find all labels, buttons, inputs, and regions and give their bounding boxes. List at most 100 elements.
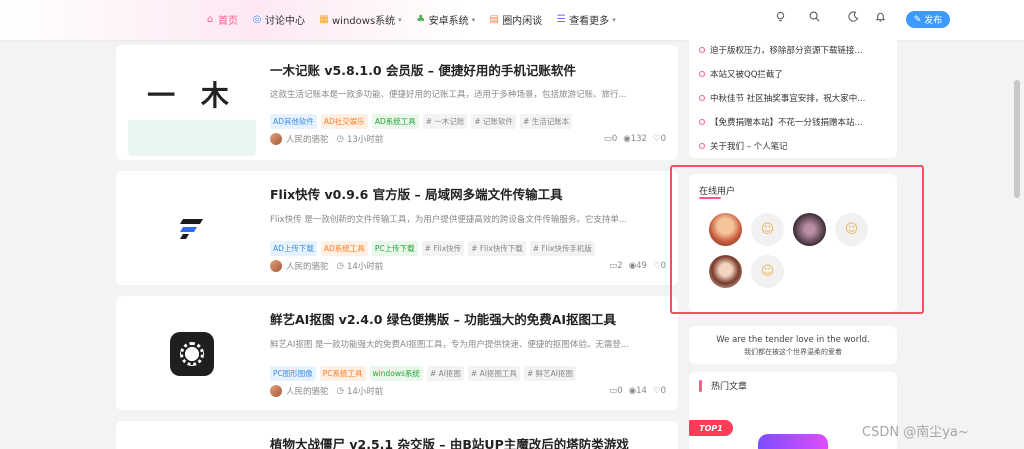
category-tag[interactable]: AD其他软件 [270,114,317,129]
search-icon[interactable] [809,11,820,25]
notice-item[interactable]: 本站又被QQ拦截了 [699,62,887,86]
post-stats: ▭2 ◉49 ♡0 [609,261,666,271]
category-tag[interactable]: AD上传下载 [270,241,317,256]
category-tag[interactable]: AD系统工具 [371,114,419,129]
nav-item-discussion[interactable]: ◎ 讨论中心 [252,12,305,27]
title-accent-bar [699,380,702,392]
post-thumbnail[interactable] [128,176,256,281]
keyword-tag[interactable]: # AI抠图工具 [467,366,520,381]
time-label: 14小时前 [346,387,384,397]
category-tag[interactable]: PC上传下载 [371,241,418,256]
notice-text: 本站又被QQ拦截了 [710,70,783,80]
thumbs-up-icon: ♡ [652,134,661,144]
eye-icon: ◉ [628,261,637,271]
view-count: ◉14 [629,386,647,396]
keyword-tag[interactable]: # AI抠图 [426,366,464,381]
watermark: CSDN @南尘ya~ [862,425,969,440]
home-icon: ⌂ [206,14,214,25]
post-stats: ▭0 ◉14 ♡0 [609,386,666,396]
post-card[interactable]: 一 木 一木记账 v5.8.1.0 会员版 – 便捷好用的手机记账软件 这款生活… [116,45,678,160]
nav-item-home[interactable]: ⌂ 首页 [205,12,238,27]
motto-english: We are the tender love in the world. [716,335,870,345]
page-scrollbar[interactable] [1013,40,1021,449]
hot-articles-title: 热门文章 [711,382,748,392]
nav-item-android[interactable]: ♣ 安卓系统 ▾ [416,12,476,27]
publish-button[interactable]: ✎ 发布 [906,11,950,28]
category-tag[interactable]: AD系统工具 [320,241,368,256]
eye-icon: ◉ [623,134,631,144]
post-thumbnail[interactable]: 一 木 [128,51,256,156]
notice-item[interactable]: 关于我们 – 个人笔记 [699,134,887,158]
ai-cutout-logo-icon [170,331,214,376]
post-meta: 人民的骆驼 ◷ 14小时前 ▭0 ◉14 ♡0 [270,385,666,397]
time-label: 13小时前 [346,135,384,145]
post-title[interactable]: 一木记账 v5.8.1.0 会员版 – 便捷好用的手机记账软件 [270,60,576,79]
view-value: 49 [636,261,647,271]
bullet-icon [699,119,705,125]
flix-logo-icon [180,218,203,239]
keyword-tag[interactable]: # 记账软件 [471,114,517,129]
post-stats: ▭0 ◉132 ♡0 [604,134,666,144]
bullet-icon [699,47,705,53]
post-title[interactable]: 鲜艺AI抠图 v2.4.0 绿色便携版 – 功能强大的免费AI抠图工具 [270,309,616,328]
category-tag[interactable]: PC图形图像 [270,366,316,381]
clock-icon: ◷ [336,386,344,396]
post-excerpt: 这款生活记账本是一款多功能、便捷好用的记账工具，适用于多种场景，包括旅游记账、旅… [270,90,627,100]
keyword-tag[interactable]: # 鲜艺AI抠图 [523,366,576,381]
post-title[interactable]: 植物大战僵尸 v2.5.1 杂交版 – 由B站UP主魔改后的塔防类游戏 [270,434,629,449]
like-count[interactable]: ♡0 [653,134,666,144]
post-card[interactable]: Flix快传 v0.9.6 官方版 – 局域网多端文件传输工具 Flix快传 是… [116,171,678,285]
post-card[interactable]: 植物大战僵尸 v2.5.1 杂交版 – 由B站UP主魔改后的塔防类游戏 [116,421,678,449]
chevron-down-icon: ▾ [398,15,402,24]
comment-value: 0 [617,386,623,396]
post-title[interactable]: Flix快传 v0.9.6 官方版 – 局域网多端文件传输工具 [270,184,563,203]
author-avatar[interactable] [270,385,282,397]
keyword-tag[interactable]: # Flix快传 [421,241,465,256]
post-meta: 人民的骆驼 ◷ 14小时前 ▭2 ◉49 ♡0 [270,260,666,272]
post-thumbnail[interactable] [128,301,256,406]
scrollbar-thumb[interactable] [1014,80,1020,198]
post-excerpt: Flix快传 是一款创新的文件传输工具，为用户提供便捷高效的跨设备文件传输服务。… [270,215,627,225]
hot-article-thumbnail[interactable] [758,434,828,449]
comment-value: 2 [617,261,623,271]
like-count[interactable]: ♡0 [653,386,666,396]
dark-mode-icon[interactable] [848,11,859,25]
keyword-tag[interactable]: # Flix快传下载 [468,241,526,256]
motto-chinese: 我们都在被这个世界温柔的爱着 [744,348,842,356]
notice-text: 【免费捐赠本站】不花一分钱捐赠本站... [710,118,863,128]
author-name[interactable]: 人民的骆驼 [286,385,329,397]
keyword-tag[interactable]: # Flix快传手机版 [529,241,595,256]
author-name[interactable]: 人民的骆驼 [286,260,329,272]
notice-item[interactable]: 迫于版权压力，移除部分资源下载链接... [699,38,887,62]
view-count: ◉132 [623,134,647,144]
nav-item-more[interactable]: ☰ 查看更多 ▾ [556,12,616,27]
nav-item-windows[interactable]: ▦ windows系统 ▾ [319,12,402,27]
nav-item-chat[interactable]: ▤ 圈内闲谈 [489,12,542,27]
comment-count: ▭0 [604,134,617,144]
like-value: 0 [660,386,666,396]
category-tag[interactable]: AD社交娱乐 [320,114,368,129]
bell-icon[interactable] [875,11,886,25]
notice-item[interactable]: 中秋佳节 社区抽奖事宜安排，祝大家中... [699,86,887,110]
notice-panel: 迫于版权压力，移除部分资源下载链接... 本站又被QQ拦截了 中秋佳节 社区抽奖… [689,32,897,158]
keyword-tag[interactable]: # 生活记账本 [520,114,573,129]
nav-label: 安卓系统 [428,16,469,27]
post-tags: AD上传下载 AD系统工具 PC上传下载 # Flix快传 # Flix快传下载… [270,241,595,256]
author-avatar[interactable] [270,260,282,272]
clock-icon: ◷ [336,134,344,144]
eye-icon: ◉ [628,386,637,396]
view-value: 132 [630,134,647,144]
author-avatar[interactable] [270,133,282,145]
theme-bulb-icon[interactable] [775,11,786,25]
like-count[interactable]: ♡0 [653,261,666,271]
chevron-down-icon: ▾ [612,15,616,24]
keyword-tag[interactable]: # 一木记账 [422,114,468,129]
notice-item[interactable]: 【免费捐赠本站】不花一分钱捐赠本站... [699,110,887,134]
chevron-down-icon: ▾ [471,15,476,24]
like-value: 0 [660,261,666,271]
category-tag[interactable]: windows系统 [369,366,423,381]
author-name[interactable]: 人民的骆驼 [286,133,329,145]
comment-icon: ▭ [603,134,612,144]
category-tag[interactable]: PC系统工具 [319,366,366,381]
post-card[interactable]: 鲜艺AI抠图 v2.4.0 绿色便携版 – 功能强大的免费AI抠图工具 鲜艺AI… [116,296,678,410]
